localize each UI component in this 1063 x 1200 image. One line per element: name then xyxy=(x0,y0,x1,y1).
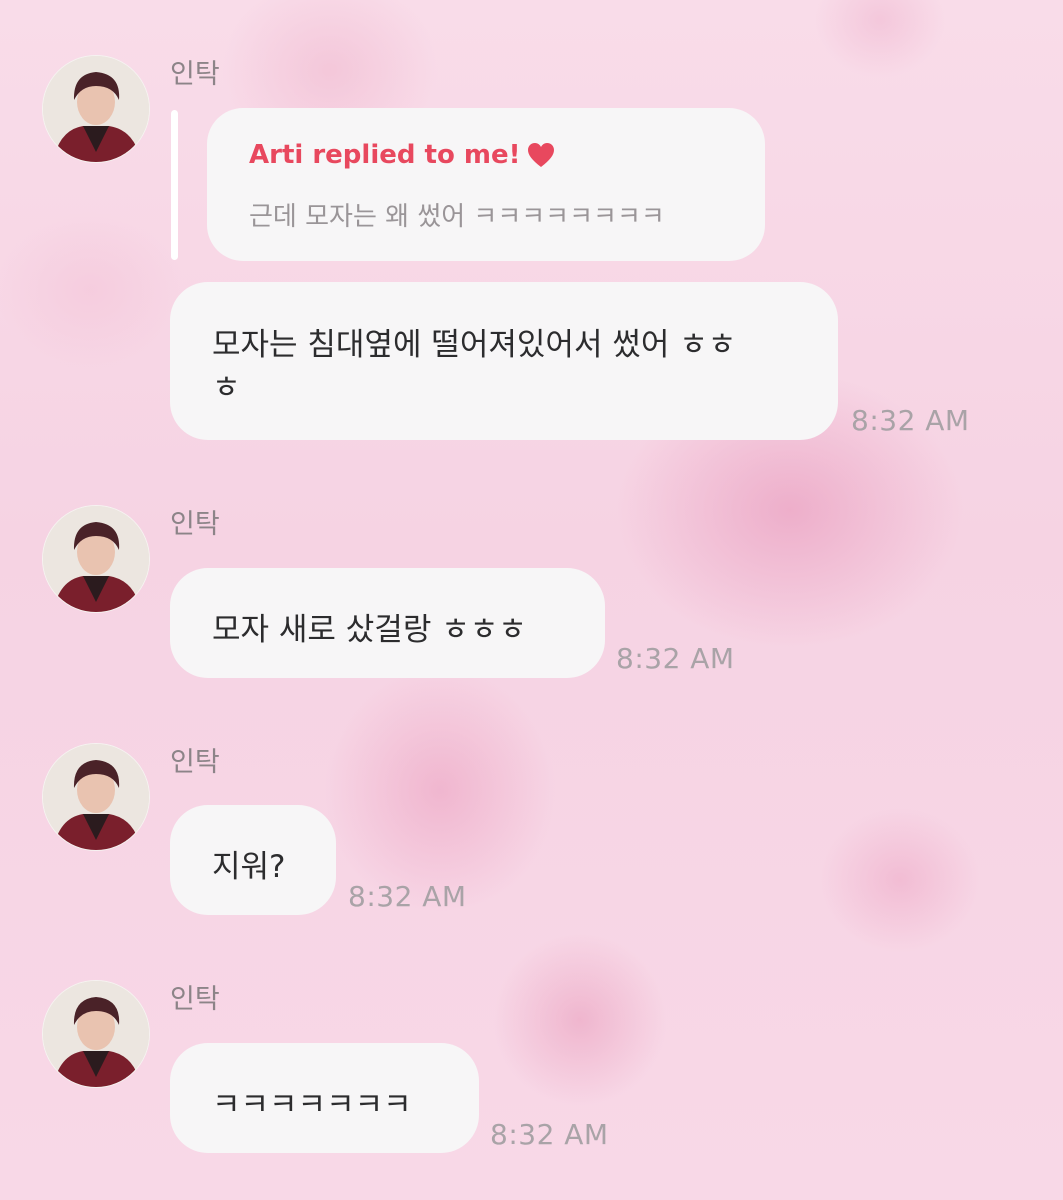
heart-icon xyxy=(528,143,555,167)
profile-photo xyxy=(43,56,149,162)
avatar[interactable] xyxy=(42,505,150,613)
message-text: ㅋㅋㅋㅋㅋㅋㅋ xyxy=(212,1087,412,1123)
avatar[interactable] xyxy=(42,980,150,1088)
message-bubble[interactable]: 모자는 침대옆에 떨어져있어서 썼어 ㅎㅎ ㅎ xyxy=(170,282,838,440)
quoted-message-text: 근데 모자는 왜 썼어 ㅋㅋㅋㅋㅋㅋㅋㅋ xyxy=(249,202,665,232)
profile-photo xyxy=(43,981,149,1087)
profile-photo xyxy=(43,506,149,612)
sender-name: 인탁 xyxy=(170,747,220,778)
message-text: 지워? xyxy=(212,849,286,885)
chat-thread[interactable]: 인탁 Arti replied to me! 근데 모자는 왜 썼어 ㅋㅋㅋㅋㅋ… xyxy=(0,0,1063,1200)
message-bubble[interactable]: 모자 새로 샀걸랑 ㅎㅎㅎ xyxy=(170,568,605,678)
reply-title-text: Arti replied to me! xyxy=(249,140,521,170)
message-text-line: ㅎ xyxy=(212,370,241,406)
profile-photo xyxy=(43,744,149,850)
message-bubble[interactable]: 지워? xyxy=(170,805,336,915)
reply-indicator-bar xyxy=(171,110,178,260)
message-bubble[interactable]: ㅋㅋㅋㅋㅋㅋㅋ xyxy=(170,1043,479,1153)
avatar[interactable] xyxy=(42,55,150,163)
message-text: 모자 새로 샀걸랑 ㅎㅎㅎ xyxy=(212,612,527,648)
avatar[interactable] xyxy=(42,743,150,851)
message-timestamp: 8:32 AM xyxy=(851,404,970,437)
message-text-line: 모자는 침대옆에 떨어져있어서 썼어 ㅎㅎ xyxy=(212,327,737,363)
sender-name: 인탁 xyxy=(170,984,220,1015)
message-timestamp: 8:32 AM xyxy=(490,1118,609,1151)
sender-name: 인탁 xyxy=(170,59,220,90)
reply-title: Arti replied to me! xyxy=(249,140,556,170)
message-timestamp: 8:32 AM xyxy=(616,642,735,675)
reply-quote-card[interactable]: Arti replied to me! 근데 모자는 왜 썼어 ㅋㅋㅋㅋㅋㅋㅋㅋ xyxy=(207,108,765,261)
message-timestamp: 8:32 AM xyxy=(348,880,467,913)
sender-name: 인탁 xyxy=(170,509,220,540)
